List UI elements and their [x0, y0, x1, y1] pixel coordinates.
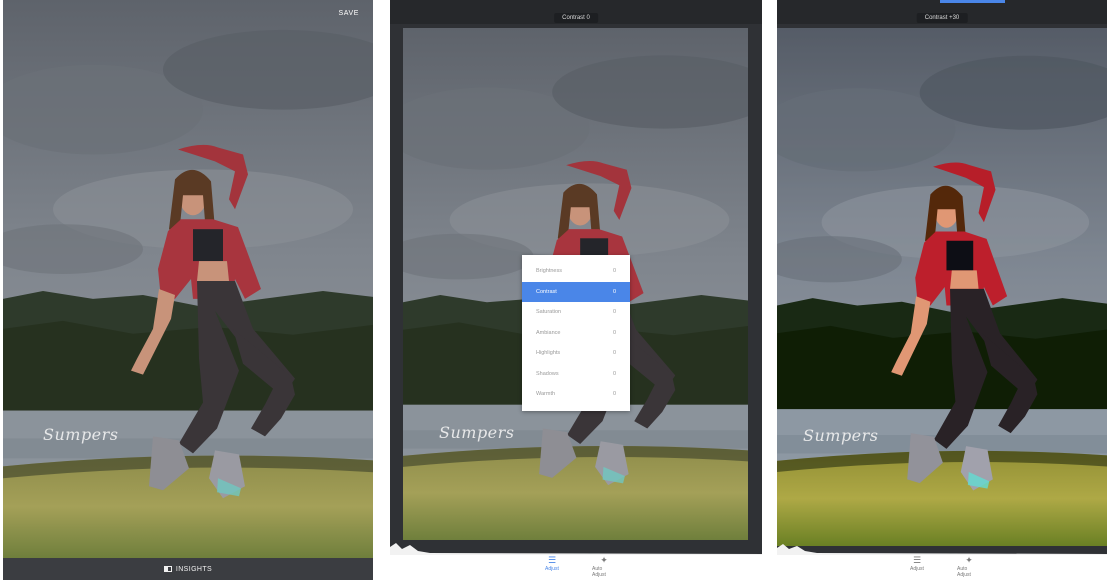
- adjust-tool-button[interactable]: ☰ Adjust: [540, 556, 564, 580]
- menu-item-label: Saturation: [536, 309, 562, 316]
- menu-item-label: Warmth: [536, 391, 556, 398]
- sliders-icon: ☰: [547, 556, 557, 566]
- original-photo-panel: Sumpers SAVE INSIGHTS: [3, 0, 373, 580]
- photo-image: [3, 0, 373, 558]
- bottom-toolbar: ☰ Adjust ✦ Auto Adjust: [540, 556, 616, 580]
- auto-adjust-tool-button[interactable]: ✦ Auto Adjust: [592, 556, 616, 580]
- menu-item-value: 0: [612, 288, 616, 295]
- menu-item-ambiance[interactable]: Ambiance 0: [522, 323, 630, 344]
- menu-item-contrast[interactable]: Contrast 0: [522, 281, 630, 302]
- adjustment-indicator: Contrast 0: [554, 13, 598, 23]
- adjust-menu: Brightness 0 Contrast 0 Saturation 0 Ambiance 0…: [522, 255, 630, 411]
- adjustment-progress: [940, 0, 1005, 3]
- menu-item-label: Shadows: [536, 370, 559, 377]
- top-bar: Contrast 0: [390, 0, 762, 24]
- menu-item-value: 0: [612, 268, 616, 275]
- insights-label: INSIGHTS: [175, 565, 213, 573]
- menu-item-value: 0: [612, 350, 616, 357]
- sliders-icon: ☰: [912, 556, 922, 566]
- menu-item-label: Contrast: [536, 288, 557, 295]
- watermark-signature: Sumpers: [43, 425, 119, 444]
- photo-canvas: Sumpers: [3, 0, 373, 558]
- tool-label: Adjust: [910, 566, 924, 572]
- menu-item-label: Brightness: [536, 268, 562, 275]
- photo-canvas[interactable]: Sumpers: [777, 28, 1107, 546]
- menu-item-highlights[interactable]: Highlights 0: [522, 343, 630, 364]
- menu-item-value: 0: [612, 370, 616, 377]
- photo-image: [777, 28, 1107, 546]
- contrast-result-panel: Contrast +30 Sumpers: [777, 0, 1107, 555]
- auto-adjust-icon: ✦: [600, 556, 608, 566]
- menu-item-value: 0: [612, 329, 616, 336]
- menu-item-label: Ambiance: [536, 329, 561, 336]
- menu-item-brightness[interactable]: Brightness 0: [522, 261, 630, 282]
- watermark-signature: Sumpers: [803, 426, 879, 445]
- insights-button[interactable]: INSIGHTS: [3, 558, 373, 580]
- menu-item-saturation[interactable]: Saturation 0: [522, 302, 630, 323]
- auto-adjust-icon: ✦: [965, 556, 973, 566]
- save-button[interactable]: SAVE: [338, 10, 359, 17]
- insights-icon: [163, 566, 172, 572]
- menu-item-value: 0: [612, 391, 616, 398]
- auto-adjust-tool-button[interactable]: ✦ Auto Adjust: [957, 556, 981, 580]
- tool-label: Auto Adjust: [592, 566, 606, 578]
- menu-item-warmth[interactable]: Warmth 0: [522, 384, 630, 405]
- histogram: [777, 544, 1107, 555]
- top-bar: Contrast +30: [777, 0, 1107, 24]
- tool-label: Auto Adjust: [957, 566, 971, 578]
- watermark-signature: Sumpers: [439, 423, 515, 442]
- menu-item-shadows[interactable]: Shadows 0: [522, 364, 630, 385]
- adjustment-indicator: Contrast +30: [916, 13, 968, 23]
- menu-item-value: 0: [612, 309, 616, 316]
- tool-label: Adjust: [545, 566, 559, 572]
- adjust-tool-button[interactable]: ☰ Adjust: [905, 556, 929, 580]
- histogram: [390, 543, 762, 555]
- menu-item-label: Highlights: [536, 350, 561, 357]
- bottom-toolbar: ☰ Adjust ✦ Auto Adjust: [905, 556, 981, 580]
